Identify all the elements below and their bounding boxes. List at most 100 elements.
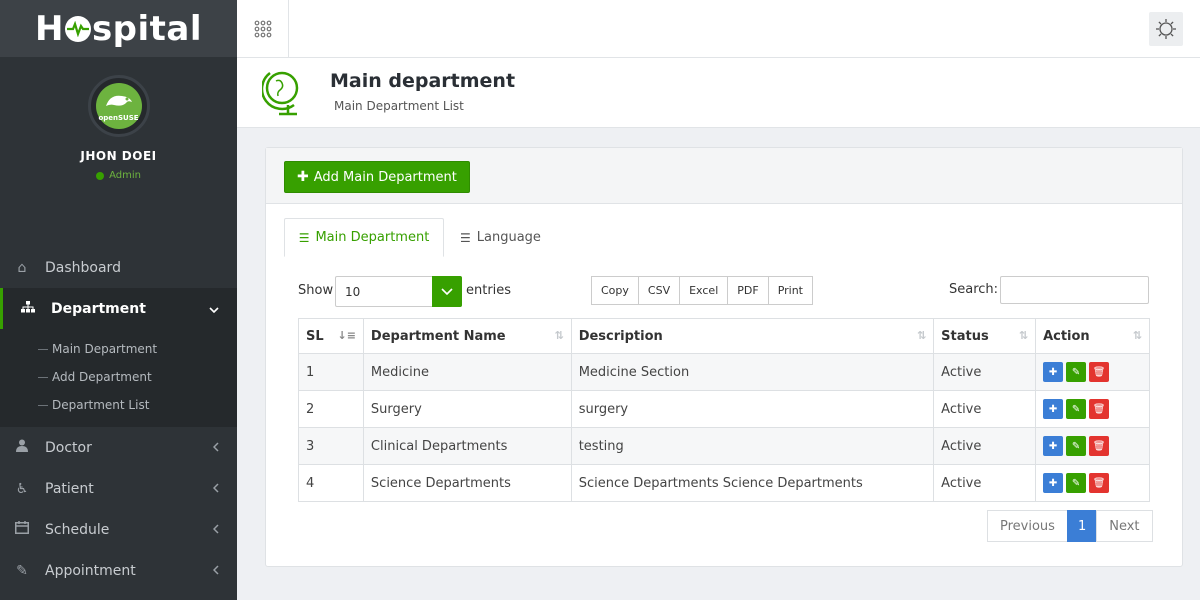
grid-icon	[254, 20, 271, 37]
sidebar-item-label: Patient	[45, 480, 94, 497]
sidebar: H spital openSUSE JHON DOEI Admin ⌂ Dash…	[0, 0, 237, 600]
table-row: 3 Clinical Departments testing Active ✚ ✎…	[298, 427, 1150, 465]
add-action-button[interactable]: ✚	[1043, 362, 1064, 382]
sort-asc-icon: ↓≡	[337, 329, 356, 342]
column-header-label: Status	[941, 328, 989, 344]
tab-label: Language	[476, 230, 541, 245]
print-button[interactable]: Print	[767, 276, 813, 305]
delete-action-button[interactable]: 🗑	[1089, 399, 1110, 419]
copy-button[interactable]: Copy	[591, 276, 639, 305]
avatar-text: openSUSE	[98, 114, 139, 122]
submenu-item-department-list[interactable]: Department List	[0, 391, 237, 419]
calendar-icon	[14, 521, 30, 538]
column-header-action[interactable]: Action ⇅	[1035, 318, 1150, 354]
sidebar-item-patient[interactable]: ♿ Patient	[0, 468, 237, 509]
column-header-department-name[interactable]: Department Name ⇅	[362, 318, 572, 354]
add-action-button[interactable]: ✚	[1043, 436, 1064, 456]
cell-department-name: Surgery	[362, 390, 572, 428]
cell-department-name: Science Departments	[362, 464, 572, 502]
export-buttons: Copy CSV Excel PDF Print	[591, 276, 813, 305]
cell-actions: ✚ ✎ 🗑	[1035, 390, 1150, 428]
edit-action-button[interactable]: ✎	[1066, 436, 1087, 456]
tab-label: Main Department	[315, 230, 430, 245]
column-header-sl[interactable]: SL ↓≡	[298, 318, 364, 354]
add-action-button[interactable]: ✚	[1043, 473, 1064, 493]
sidebar-item-dashboard[interactable]: ⌂ Dashboard	[0, 247, 237, 288]
previous-page-button[interactable]: Previous	[987, 510, 1068, 542]
excel-button[interactable]: Excel	[679, 276, 729, 305]
submenu-item-main-department[interactable]: Main Department	[0, 335, 237, 363]
entries-value: 10	[345, 285, 361, 299]
chevron-down-icon[interactable]	[432, 276, 462, 307]
cell-description: Science Departments Science Departments	[570, 464, 935, 502]
profile-role: Admin	[96, 170, 141, 181]
column-header-label: SL	[306, 328, 324, 344]
apps-grid-button[interactable]	[237, 0, 289, 57]
submenu-item-add-department[interactable]: Add Department	[0, 363, 237, 391]
cell-department-name: Clinical Departments	[362, 427, 572, 465]
cell-sl: 2	[298, 390, 364, 428]
brand-logo[interactable]: H spital	[0, 0, 237, 57]
entries-select[interactable]: 10	[335, 276, 462, 307]
page-title: Main department	[330, 70, 516, 92]
sidebar-item-schedule[interactable]: Schedule	[0, 509, 237, 550]
avatar-logo: openSUSE	[95, 83, 142, 129]
list-icon: ☰	[460, 230, 471, 245]
cell-sl: 3	[298, 427, 364, 465]
add-action-button[interactable]: ✚	[1043, 399, 1064, 419]
search-input[interactable]	[1000, 276, 1149, 304]
wheelchair-icon: ♿	[15, 480, 29, 497]
sidebar-item-label: Schedule	[45, 521, 110, 538]
sort-icon: ⇅	[554, 329, 564, 342]
cell-status: Active	[933, 390, 1037, 428]
sort-icon: ⇅	[1018, 329, 1029, 342]
panel-header: ✚ Add Main Department	[266, 148, 1182, 204]
chevron-left-icon	[212, 441, 219, 455]
csv-button[interactable]: CSV	[637, 276, 681, 305]
brand-name: H spital	[35, 9, 202, 49]
next-page-button[interactable]: Next	[1096, 510, 1153, 542]
sitemap-icon	[20, 300, 36, 317]
sidebar-item-label: Department	[51, 300, 146, 317]
delete-action-button[interactable]: 🗑	[1089, 362, 1110, 382]
page-subtitle: Main Department List	[334, 99, 464, 113]
pdf-button[interactable]: PDF	[727, 276, 769, 305]
add-main-department-button[interactable]: ✚ Add Main Department	[284, 161, 470, 193]
sidebar-item-appointment[interactable]: ✎ Appointment	[0, 550, 237, 591]
sidebar-item-doctor[interactable]: Doctor	[0, 427, 237, 468]
column-header-status[interactable]: Status ⇅	[933, 318, 1037, 354]
profile-name: JHON DOEI	[80, 149, 157, 163]
edit-action-button[interactable]: ✎	[1066, 473, 1087, 493]
tab-main-department[interactable]: ☰ Main Department	[284, 218, 444, 257]
edit-action-button[interactable]: ✎	[1066, 362, 1087, 382]
avatar[interactable]: openSUSE	[87, 75, 150, 137]
cell-sl: 1	[298, 353, 364, 391]
cell-status: Active	[933, 427, 1037, 465]
cell-sl: 4	[298, 464, 364, 502]
entries-label: entries	[466, 283, 512, 298]
column-header-label: Action	[1043, 328, 1090, 344]
sidebar-item-label: Doctor	[45, 439, 92, 456]
table-controls: Show 10 entries Copy CSV Excel PDF Print…	[298, 276, 1150, 308]
chameleon-icon	[105, 95, 132, 106]
sidebar-item-department[interactable]: Department	[0, 288, 237, 329]
profile-role-label: Admin	[109, 170, 141, 181]
column-header-description[interactable]: Description ⇅	[570, 318, 935, 354]
user-md-icon	[14, 439, 30, 456]
settings-button[interactable]	[1149, 12, 1183, 46]
department-submenu: Main Department Add Department Departmen…	[0, 329, 237, 427]
cell-description: testing	[570, 427, 935, 465]
edit-action-button[interactable]: ✎	[1066, 399, 1087, 419]
cell-actions: ✚ ✎ 🗑	[1035, 353, 1150, 391]
page-1-button[interactable]: 1	[1066, 510, 1098, 542]
user-profile: openSUSE JHON DOEI Admin	[0, 57, 237, 247]
tab-language[interactable]: ☰ Language	[460, 218, 541, 257]
sort-icon: ⇅	[1132, 329, 1142, 342]
delete-action-button[interactable]: 🗑	[1089, 436, 1110, 456]
table-row: 4 Science Departments Science Department…	[298, 464, 1150, 502]
delete-action-button[interactable]: 🗑	[1089, 473, 1110, 493]
table-header-row: SL ↓≡ Department Name ⇅ Description ⇅ Statu…	[298, 318, 1150, 354]
search-label: Search:	[949, 282, 999, 297]
department-table: SL ↓≡ Department Name ⇅ Description ⇅ Statu…	[298, 318, 1150, 502]
cell-actions: ✚ ✎ 🗑	[1035, 427, 1150, 465]
